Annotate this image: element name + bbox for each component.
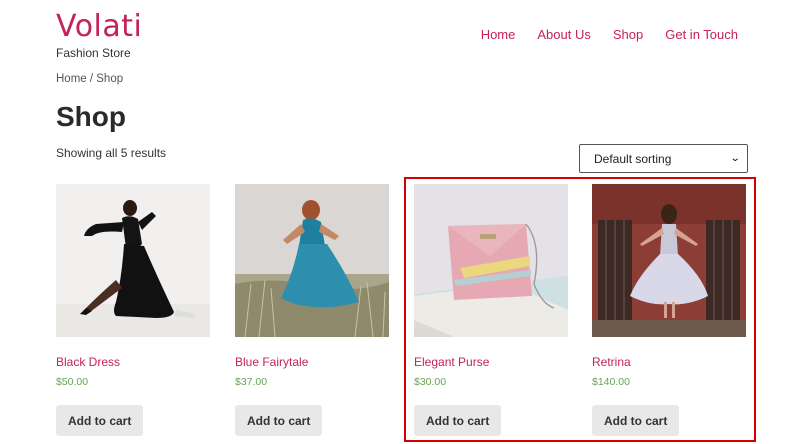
product-card-retrina: Retrina $140.00 Add to cart xyxy=(592,184,746,436)
product-image-elegant-purse[interactable] xyxy=(414,184,568,337)
add-to-cart-button[interactable]: Add to cart xyxy=(414,405,502,436)
product-image-black-dress[interactable] xyxy=(56,184,210,337)
product-name[interactable]: Elegant Purse xyxy=(414,355,568,369)
product-price: $30.00 xyxy=(414,376,447,388)
product-price: $37.00 xyxy=(235,376,268,388)
site-tagline: Fashion Store xyxy=(56,46,131,60)
nav-item-home[interactable]: Home xyxy=(481,27,516,42)
sorting-select[interactable]: Default sorting ⌄ xyxy=(579,144,748,173)
nav-item-about-us[interactable]: About Us xyxy=(537,27,590,42)
product-image-retrina[interactable] xyxy=(592,184,746,337)
sorting-selected-value: Default sorting xyxy=(594,151,672,166)
product-name[interactable]: Black Dress xyxy=(56,355,210,369)
product-price: $50.00 xyxy=(56,376,89,388)
product-name[interactable]: Retrina xyxy=(592,355,746,369)
nav-item-get-in-touch[interactable]: Get in Touch xyxy=(665,27,738,42)
site-title[interactable]: Volati xyxy=(56,8,142,46)
main-navigation: Home About Us Shop Get in Touch xyxy=(459,27,738,42)
product-image-blue-fairytale[interactable] xyxy=(235,184,389,337)
site-branding: Volati Fashion Store xyxy=(56,8,142,60)
add-to-cart-button[interactable]: Add to cart xyxy=(235,405,323,436)
breadcrumb: Home / Shop xyxy=(56,73,124,85)
product-name[interactable]: Blue Fairytale xyxy=(235,355,389,369)
product-card-blue-fairytale: Blue Fairytale $37.00 Add to cart xyxy=(235,184,389,436)
product-card-black-dress: Black Dress $50.00 Add to cart xyxy=(56,184,210,436)
shop-page: Volati Fashion Store Home About Us Shop … xyxy=(0,0,800,444)
add-to-cart-button[interactable]: Add to cart xyxy=(592,405,680,436)
add-to-cart-button[interactable]: Add to cart xyxy=(56,405,144,436)
page-title: Shop xyxy=(56,101,126,132)
nav-item-shop[interactable]: Shop xyxy=(613,27,643,42)
chevron-down-icon: ⌄ xyxy=(729,153,741,164)
result-count: Showing all 5 results xyxy=(56,146,167,160)
product-card-elegant-purse: Elegant Purse $30.00 Add to cart xyxy=(414,184,568,436)
product-price: $140.00 xyxy=(592,376,630,388)
